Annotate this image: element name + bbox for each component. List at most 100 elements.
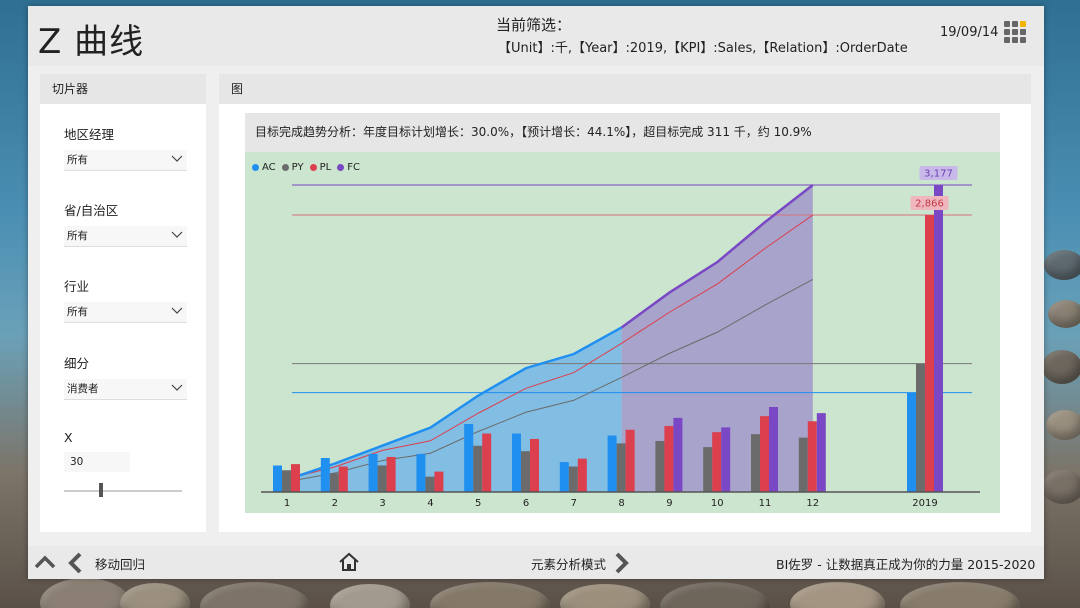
x-tick-label: 2 — [332, 498, 338, 509]
slicer-label: 地区经理 — [64, 127, 115, 142]
bar-fc-11 — [769, 407, 778, 492]
bar-pl-7 — [577, 458, 587, 492]
slicer-province: 省/自治区 所有 — [64, 200, 194, 247]
x-tick-label: 11 — [759, 498, 772, 509]
slicer-region-manager: 地区经理 所有 — [64, 124, 194, 171]
bar-py-8 — [616, 443, 626, 492]
bar-pl-8 — [625, 429, 635, 492]
z-curve-chart: 1 2 3 4 5 6 7 8 9 10 11 12 20192,8663,177 — [261, 166, 980, 509]
dropdown-value: 消费者 — [67, 383, 99, 395]
slicer-segment: 细分 消费者 — [64, 353, 194, 400]
chart-plot-area: AC PY PL FC 1 2 3 4 5 6 7 8 9 10 11 12 2019 2,866 3,177 — [245, 152, 1000, 513]
dropdown-value: 所有 — [67, 154, 88, 166]
data-label-pl: 2,866 — [915, 199, 944, 210]
chevron-right-icon[interactable] — [613, 552, 631, 574]
bar-py-2 — [329, 473, 339, 492]
bar-ac-5 — [464, 424, 474, 492]
bar-pl-3 — [386, 456, 396, 492]
x-tick-label: 10 — [711, 498, 724, 509]
bar-pl-5 — [482, 433, 492, 492]
chevron-down-icon — [171, 384, 183, 391]
bar-pl-6 — [530, 438, 539, 492]
slicer-label: 行业 — [64, 279, 90, 294]
bar-ac-8 — [607, 435, 617, 492]
home-icon[interactable] — [338, 552, 360, 572]
chevron-left-icon[interactable] — [66, 552, 84, 574]
bar-ac-4 — [416, 453, 426, 492]
filter-summary: 【Unit】:千,【Year】:2019,【KPI】:Sales,【Relati… — [498, 41, 908, 56]
bar-py-5 — [473, 445, 483, 492]
province-dropdown[interactable]: 所有 — [64, 226, 187, 247]
region-manager-dropdown[interactable]: 所有 — [64, 150, 187, 171]
industry-dropdown[interactable]: 所有 — [64, 302, 187, 323]
dropdown-value: 所有 — [67, 306, 88, 318]
content-area: 切片器 地区经理 所有 省/自治区 所有 行业 所有 细分 消费者 X 30 图… — [28, 66, 1044, 546]
slicer-label: 细分 — [64, 356, 90, 371]
slicer-panel: 切片器 地区经理 所有 省/自治区 所有 行业 所有 细分 消费者 X 30 — [40, 74, 206, 532]
report-date: 19/09/14 — [940, 25, 999, 40]
bar-ac-2 — [320, 458, 330, 492]
total-bar-pl — [925, 215, 934, 493]
page-title: Z 曲线 — [38, 22, 145, 62]
bar-py-6 — [521, 451, 530, 492]
x-slider-track[interactable] — [64, 490, 182, 492]
bar-pl-12 — [807, 421, 817, 492]
bar-fc-12 — [816, 413, 826, 492]
x-tick-label: 2019 — [912, 498, 937, 509]
chevron-up-icon[interactable] — [34, 554, 56, 570]
bar-py-4 — [425, 476, 435, 492]
bar-fc-10 — [721, 427, 731, 492]
x-value-input[interactable]: 30 — [64, 452, 130, 472]
chart-container: 目标完成趋势分析：年度目标计划增长：30.0%，【预计增长：44.1%】，超目标… — [245, 113, 1000, 513]
x-tick-label: 12 — [806, 498, 819, 509]
bar-py-10 — [703, 447, 713, 492]
x-tick-label: 7 — [571, 498, 577, 509]
x-tick-label: 9 — [666, 498, 672, 509]
bar-pl-1 — [291, 464, 300, 492]
chevron-down-icon — [171, 307, 183, 314]
chart-subtitle: 目标完成趋势分析：年度目标计划增长：30.0%，【预计增长：44.1%】，超目标… — [245, 113, 1000, 152]
slicer-panel-title: 切片器 — [40, 74, 206, 104]
bar-py-12 — [798, 437, 808, 492]
app-grid-icon[interactable] — [1004, 21, 1028, 45]
bar-ac-1 — [273, 465, 282, 492]
x-tick-label: 8 — [618, 498, 624, 509]
x-slider-handle[interactable] — [99, 483, 104, 497]
chevron-down-icon — [171, 231, 183, 238]
background-rocks-side — [1040, 230, 1080, 550]
bar-ac-3 — [368, 453, 378, 492]
element-analysis-link[interactable]: 元素分析模式 — [531, 554, 606, 573]
bar-py-1 — [282, 470, 291, 492]
x-tick-label: 5 — [475, 498, 481, 509]
slicer-label: 省/自治区 — [64, 203, 119, 218]
segment-dropdown[interactable]: 消费者 — [64, 379, 187, 400]
x-tick-label: 6 — [523, 498, 529, 509]
bar-pl-11 — [760, 416, 769, 492]
brand-tagline: BI佐罗 - 让数据真正成为你的力量 2015-2020 — [776, 557, 1036, 572]
x-tick-label: 4 — [427, 498, 433, 509]
slicer-industry: 行业 所有 — [64, 276, 194, 323]
filter-heading: 当前筛选： — [496, 16, 572, 34]
bar-pl-10 — [712, 432, 722, 492]
bar-py-7 — [568, 466, 578, 492]
report-window: Z 曲线 当前筛选： 【Unit】:千,【Year】:2019,【KPI】:Sa… — [28, 6, 1044, 579]
bar-pl-2 — [338, 466, 348, 492]
move-back-link[interactable]: 移动回归 — [95, 554, 145, 573]
total-bar-ac — [907, 392, 916, 492]
chart-panel-title: 图 — [219, 74, 1031, 104]
bar-py-3 — [377, 465, 387, 492]
total-bar-py — [916, 363, 925, 492]
dropdown-value: 所有 — [67, 230, 88, 242]
bar-py-11 — [751, 434, 760, 492]
chevron-down-icon — [171, 155, 183, 162]
header-bar: Z 曲线 当前筛选： 【Unit】:千,【Year】:2019,【KPI】:Sa… — [28, 6, 1044, 66]
x-tick-label: 3 — [379, 498, 385, 509]
x-parameter: X 30 — [64, 430, 194, 497]
chart-panel: 图 目标完成趋势分析：年度目标计划增长：30.0%，【预计增长：44.1%】，超… — [219, 74, 1031, 532]
total-bar-fc — [934, 185, 943, 492]
data-label-fc: 3,177 — [924, 169, 953, 180]
bar-py-9 — [655, 441, 665, 492]
bar-ac-7 — [559, 462, 569, 492]
bar-pl-4 — [434, 471, 444, 492]
bar-pl-9 — [664, 426, 674, 492]
